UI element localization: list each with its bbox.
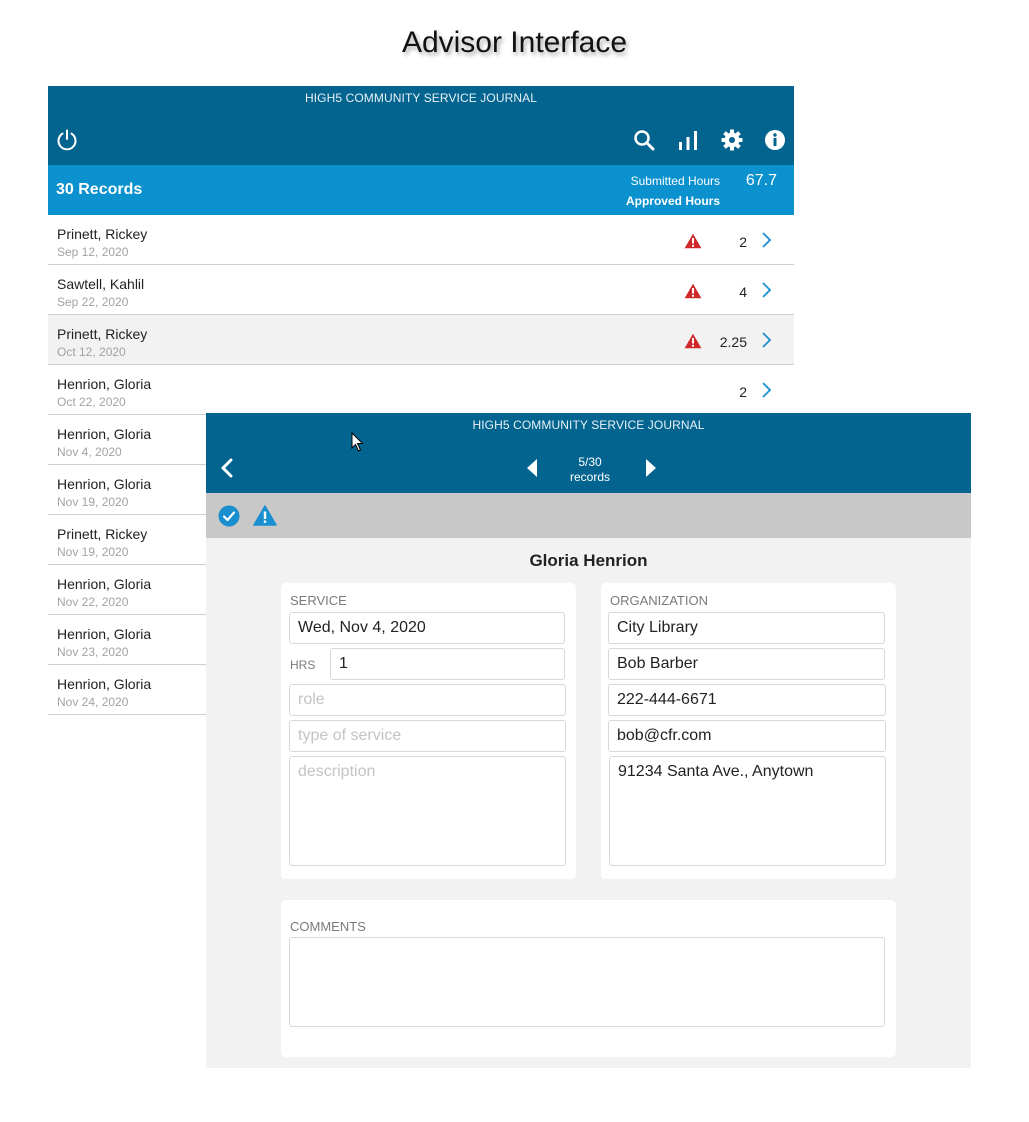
phone-input[interactable] bbox=[608, 684, 886, 716]
record-detail-window: HIGH5 COMMUNITY SERVICE JOURNAL 5/30 rec… bbox=[206, 413, 971, 1068]
next-record-icon[interactable] bbox=[645, 459, 657, 477]
record-student-name: Henrion, Gloria bbox=[57, 676, 152, 692]
organization-card: ORGANIZATION 91234 Santa Ave., Anytown bbox=[601, 583, 896, 879]
chevron-right-icon[interactable] bbox=[760, 231, 772, 249]
record-date: Nov 4, 2020 bbox=[57, 445, 122, 459]
bar-chart-icon[interactable] bbox=[676, 128, 700, 152]
previous-record-icon[interactable] bbox=[526, 459, 538, 477]
record-student-name: Sawtell, Kahlil bbox=[57, 276, 145, 292]
approved-hours-label: Approved Hours bbox=[625, 194, 720, 208]
address-input[interactable]: 91234 Santa Ave., Anytown bbox=[609, 756, 886, 866]
type-of-service-input[interactable] bbox=[289, 720, 566, 752]
record-hours: 4 bbox=[739, 284, 747, 300]
record-row[interactable]: Henrion, Gloria Oct 22, 2020 2 bbox=[48, 365, 794, 415]
record-date: Oct 12, 2020 bbox=[57, 345, 126, 359]
record-student-name: Henrion, Gloria bbox=[57, 426, 152, 442]
comments-input[interactable] bbox=[289, 937, 885, 1027]
record-date: Nov 22, 2020 bbox=[57, 595, 129, 609]
service-date-input[interactable] bbox=[289, 612, 565, 644]
record-student-name: Henrion, Gloria bbox=[57, 576, 152, 592]
record-date: Nov 19, 2020 bbox=[57, 545, 129, 559]
pager-position: 5/30 bbox=[578, 455, 602, 469]
status-bar bbox=[206, 493, 971, 538]
hours-input[interactable] bbox=[330, 648, 565, 680]
app-name: HIGH5 COMMUNITY SERVICE JOURNAL bbox=[472, 418, 705, 432]
organization-name-input[interactable] bbox=[608, 612, 885, 644]
summary-bar: 30 Records Submitted Hours 67.7 Approved… bbox=[48, 165, 794, 215]
record-student-name: Prinett, Rickey bbox=[57, 326, 148, 342]
record-row[interactable]: Prinett, Rickey Sep 12, 2020 2 bbox=[48, 215, 794, 265]
pager-unit: records bbox=[569, 470, 610, 484]
warning-icon bbox=[684, 233, 702, 249]
record-student-name: Henrion, Gloria bbox=[57, 476, 152, 492]
organization-label: ORGANIZATION bbox=[610, 593, 708, 608]
gear-icon[interactable] bbox=[720, 128, 744, 152]
warning-flag-icon[interactable] bbox=[253, 505, 277, 526]
record-date: Oct 22, 2020 bbox=[57, 395, 126, 409]
record-student-name: Prinett, Rickey bbox=[57, 226, 148, 242]
record-student-name: Henrion, Gloria bbox=[57, 376, 152, 392]
records-count: 30 Records bbox=[56, 181, 143, 198]
hrs-label: HRS bbox=[290, 658, 316, 672]
app-name: HIGH5 COMMUNITY SERVICE JOURNAL bbox=[304, 91, 538, 105]
record-row[interactable]: Prinett, Rickey Oct 12, 2020 2.25 bbox=[48, 315, 794, 365]
role-input[interactable] bbox=[289, 684, 566, 716]
search-icon[interactable] bbox=[632, 128, 656, 152]
warning-icon bbox=[684, 283, 702, 299]
back-chevron-icon[interactable] bbox=[220, 458, 234, 478]
chevron-right-icon[interactable] bbox=[760, 381, 772, 399]
comments-label: COMMENTS bbox=[290, 919, 366, 934]
submitted-hours-label: Submitted Hours bbox=[630, 174, 720, 188]
page-title: Advisor Interface bbox=[401, 26, 628, 59]
email-input[interactable] bbox=[608, 720, 886, 752]
power-icon[interactable] bbox=[55, 128, 79, 152]
chevron-right-icon[interactable] bbox=[760, 331, 772, 349]
record-date: Nov 24, 2020 bbox=[57, 695, 129, 709]
record-pager: 5/30 records bbox=[551, 455, 629, 485]
warning-icon bbox=[684, 333, 702, 349]
record-hours: 2.25 bbox=[719, 334, 747, 350]
description-input[interactable] bbox=[289, 756, 566, 866]
record-date: Nov 23, 2020 bbox=[57, 645, 129, 659]
chevron-right-icon[interactable] bbox=[760, 281, 772, 299]
record-date: Sep 22, 2020 bbox=[57, 295, 129, 309]
record-row[interactable]: Sawtell, Kahlil Sep 22, 2020 4 bbox=[48, 265, 794, 315]
record-student-name: Henrion, Gloria bbox=[57, 626, 152, 642]
record-student-name: Prinett, Rickey bbox=[57, 526, 148, 542]
comments-card: COMMENTS bbox=[281, 900, 896, 1057]
record-date: Sep 12, 2020 bbox=[57, 245, 129, 259]
service-card: SERVICE HRS bbox=[281, 583, 576, 879]
record-date: Nov 19, 2020 bbox=[57, 495, 129, 509]
contact-name-input[interactable] bbox=[608, 648, 885, 680]
record-hours: 2 bbox=[739, 234, 747, 250]
record-hours: 2 bbox=[739, 384, 747, 400]
service-label: SERVICE bbox=[290, 593, 347, 608]
list-app-header: HIGH5 COMMUNITY SERVICE JOURNAL bbox=[48, 86, 794, 165]
mouse-cursor-icon bbox=[351, 432, 364, 452]
approve-check-icon[interactable] bbox=[218, 505, 240, 527]
student-name: Gloria Henrion bbox=[529, 551, 648, 570]
submitted-hours-value: 67.7 bbox=[745, 172, 777, 189]
info-icon[interactable] bbox=[763, 128, 787, 152]
detail-app-header: HIGH5 COMMUNITY SERVICE JOURNAL 5/30 rec… bbox=[206, 413, 971, 493]
